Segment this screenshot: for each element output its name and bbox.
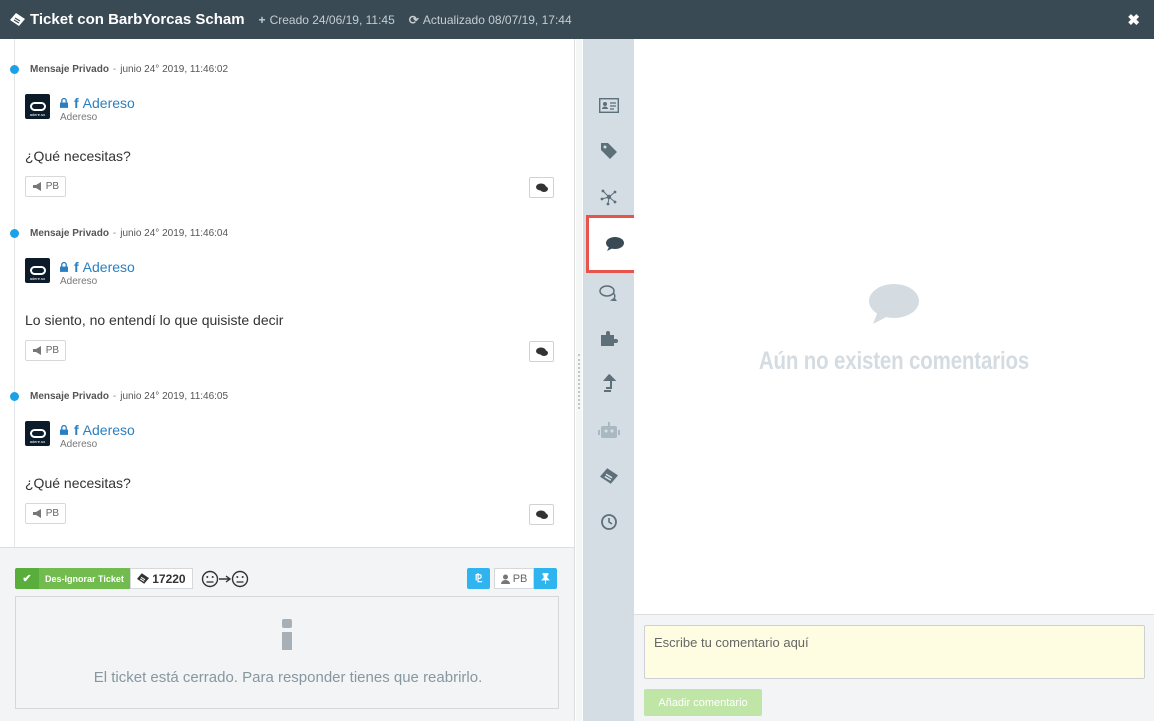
message-datetime: junio 24° 2019, 11:46:05 xyxy=(120,391,229,402)
contact-card-icon[interactable] xyxy=(583,91,634,119)
message-timeline: Mensaje Privado - junio 24° 2019, 11:46:02… xyxy=(0,39,575,547)
comment-input[interactable] xyxy=(644,625,1145,679)
author-sub: Adereso xyxy=(60,112,98,123)
author-name: Adereso xyxy=(82,422,135,438)
lock-icon xyxy=(60,98,68,108)
info-icon xyxy=(278,619,296,657)
author-name: Adereso xyxy=(82,259,135,275)
message-header: Mensaje Privado - junio 24° 2019, 11:46:04 xyxy=(30,228,229,239)
ticket-icon[interactable] xyxy=(583,462,634,490)
empty-comments-text: Aún no existen comentarios xyxy=(758,347,1030,375)
resize-handle[interactable] xyxy=(576,39,582,721)
sentiment-change xyxy=(201,570,249,588)
message-datetime: junio 24° 2019, 11:46:02 xyxy=(120,64,229,75)
close-icon[interactable]: ✖ xyxy=(1127,11,1140,29)
conversations-icon[interactable] xyxy=(583,279,634,307)
puzzle-icon[interactable] xyxy=(583,324,634,352)
add-comment-button[interactable]: Añadir comentario xyxy=(644,689,762,716)
neutral-face-icon xyxy=(231,570,248,587)
message-text: Lo siento, no entendí lo que quisiste de… xyxy=(25,312,284,328)
arrow-right-icon xyxy=(218,574,231,583)
neutral-face-icon xyxy=(201,570,218,587)
message-text: ¿Qué necesitas? xyxy=(25,475,131,491)
ticket-title: Ticket con BarbYorcas Scham xyxy=(10,11,245,28)
comment-bubble-icon xyxy=(869,284,919,324)
clock-icon[interactable] xyxy=(583,508,634,536)
robot-icon[interactable] xyxy=(583,417,634,445)
ticket-icon xyxy=(136,573,149,584)
pb-tag[interactable]: PB xyxy=(25,340,66,361)
updated-info: ⟳ Actualizado 08/07/19, 17:44 xyxy=(409,13,572,27)
author-link[interactable]: f Adereso xyxy=(60,422,135,438)
ticket-number: 17220 xyxy=(129,568,193,589)
ticket-title-text: Ticket con BarbYorcas Scham xyxy=(30,11,245,28)
tag-icon[interactable] xyxy=(583,137,634,165)
side-icon-bar xyxy=(583,39,643,721)
author-sub: Adereso xyxy=(60,439,98,450)
avatar: adere.so xyxy=(25,94,50,119)
plus-icon: + xyxy=(258,12,266,27)
author-name: Adereso xyxy=(82,95,135,111)
reply-panel: ✔ Des-Ignorar Ticket 17220 ⅊ PB El ticke… xyxy=(0,547,575,721)
ticket-icon xyxy=(10,13,25,26)
comments-icon xyxy=(535,510,548,519)
created-info: + Creado 24/06/19, 11:45 xyxy=(259,13,395,27)
pb-tag[interactable]: PB xyxy=(25,176,66,197)
check-icon[interactable]: ✔ xyxy=(15,568,39,589)
message-header: Mensaje Privado - junio 24° 2019, 11:46:02 xyxy=(30,64,229,75)
megaphone-icon xyxy=(32,346,41,355)
timeline-dot xyxy=(10,229,19,238)
author-link[interactable]: f Adereso xyxy=(60,95,135,111)
closed-notice: El ticket está cerrado. Para responder t… xyxy=(15,596,559,709)
ticket-header: Ticket con BarbYorcas Scham + Creado 24/… xyxy=(0,0,1154,39)
user-icon xyxy=(500,574,510,584)
facebook-icon: f xyxy=(74,259,79,275)
unignore-ticket-button[interactable]: Des-Ignorar Ticket xyxy=(39,568,130,589)
timeline-dot xyxy=(10,392,19,401)
network-icon[interactable] xyxy=(583,183,634,211)
avatar: adere.so xyxy=(25,421,50,446)
updated-text: Actualizado 08/07/19, 17:44 xyxy=(422,12,572,27)
facebook-icon: f xyxy=(74,422,79,438)
closed-message: El ticket está cerrado. Para responder t… xyxy=(93,669,483,686)
right-actions: ⅊ PB xyxy=(467,568,557,589)
message-datetime: junio 24° 2019, 11:46:04 xyxy=(120,228,229,239)
branch-icon[interactable]: ⅊ xyxy=(467,568,490,589)
message-header: Mensaje Privado - junio 24° 2019, 11:46:05 xyxy=(30,391,229,402)
comments-panel: Aún no existen comentarios xyxy=(634,39,1154,614)
comment-button[interactable] xyxy=(529,504,554,525)
assignee-button[interactable]: PB xyxy=(494,568,534,589)
refresh-icon: ⟳ xyxy=(408,12,419,27)
message-text: ¿Qué necesitas? xyxy=(25,148,131,164)
megaphone-icon xyxy=(32,509,41,518)
avatar: adere.so xyxy=(25,258,50,283)
comment-button[interactable] xyxy=(529,341,554,362)
lock-icon xyxy=(60,262,68,272)
timeline-dot xyxy=(10,65,19,74)
author-sub: Adereso xyxy=(60,276,98,287)
timeline-line xyxy=(14,39,15,547)
megaphone-icon xyxy=(32,182,41,191)
message-type: Mensaje Privado xyxy=(30,228,109,239)
comment-button[interactable] xyxy=(529,177,554,198)
comments-icon xyxy=(535,183,548,192)
pb-tag[interactable]: PB xyxy=(25,503,66,524)
message-type: Mensaje Privado xyxy=(30,64,109,75)
created-text: Creado 24/06/19, 11:45 xyxy=(269,12,395,27)
upload-icon[interactable] xyxy=(583,369,634,397)
author-link[interactable]: f Adereso xyxy=(60,259,135,275)
pin-icon[interactable] xyxy=(534,568,557,589)
comments-icon xyxy=(535,347,548,356)
message-type: Mensaje Privado xyxy=(30,391,109,402)
facebook-icon: f xyxy=(74,95,79,111)
ticket-actions: ✔ Des-Ignorar Ticket 17220 xyxy=(15,568,249,589)
lock-icon xyxy=(60,425,68,435)
comment-composer: Añadir comentario xyxy=(634,614,1154,721)
